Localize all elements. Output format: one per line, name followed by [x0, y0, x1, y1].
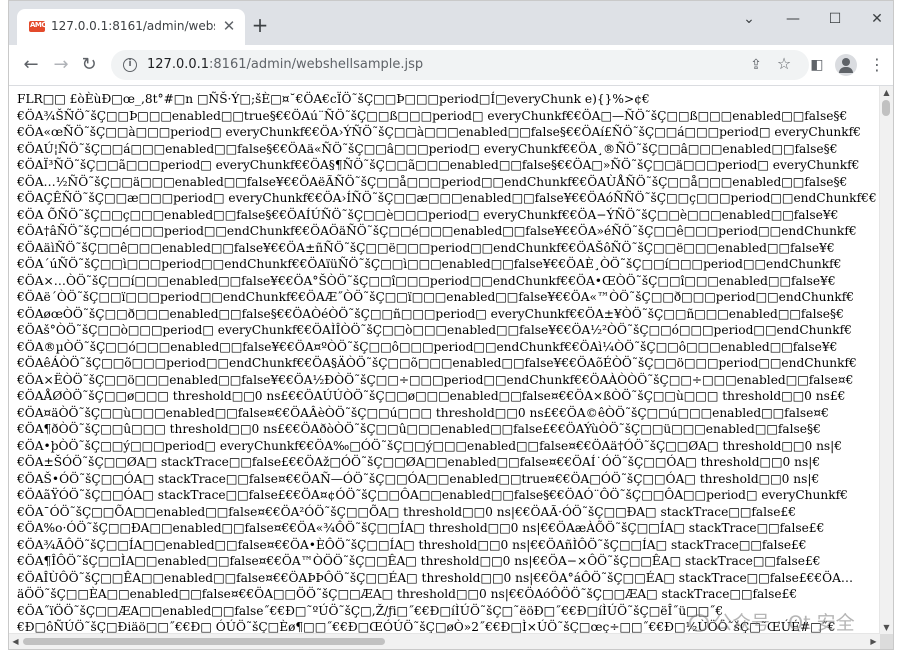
content-line: €ÖA¯ÓÖ˜šÇ□□ÕA□□enabled□□false¤€€ÖA²ÓÖ˜šÇ…: [17, 504, 797, 519]
forward-button[interactable]: →: [49, 53, 73, 77]
page-content: FLR□□ £òÈùÐ□œ_,8t°#□n □ÑŠ·Ý□;šÈ□¤˘€ÖA€cÏ…: [9, 86, 893, 649]
scroll-down-arrow-icon[interactable]: ▼: [880, 621, 893, 634]
profile-avatar[interactable]: [835, 54, 857, 76]
content-line: FLR□□ £òÈùÐ□œ_,8t°#□n □ÑŠ·Ý□;šÈ□¤˘€ÖA€cÏ…: [17, 92, 650, 106]
content-line: €ÖA®µÒÖ˜šÇ□□ó□□□enabled□□false¥€€ÖA¤ºÒÖ˜…: [17, 339, 838, 354]
bookmark-star-icon[interactable]: ☆: [775, 55, 793, 73]
scroll-right-arrow-icon[interactable]: ▶: [867, 634, 880, 649]
url-path: :8161/admin/webshellsample.jsp: [209, 57, 424, 72]
reload-button[interactable]: ↻: [77, 53, 101, 77]
activemq-favicon-icon: AMQ: [29, 21, 47, 32]
content-line: €ÖAÎÙÔÖ˜šÇ□□ÊA□□enabled□□false¤€€ÖAÞÞÔÖ˜…: [17, 570, 854, 585]
content-line: €ÖA ÕÑÖ˜šÇ□□ç□□□enabled□□false§€€ÖAÍÚÑÖ˜…: [17, 207, 839, 222]
content-line: €ÖA´úÑÖ˜šÇ□□ì□□□period□□endChunkf€€ÖAïüÑ…: [17, 257, 842, 271]
binary-response-text: FLR□□ £òÈùÐ□œ_,8t°#□n □ÑŠ·Ý□;šÈ□¤˘€ÖA€cÏ…: [17, 91, 879, 633]
menu-kebab-icon[interactable]: ⋮: [865, 53, 889, 77]
new-tab-button[interactable]: +: [249, 15, 271, 37]
site-info-icon[interactable]: i: [123, 58, 137, 72]
scroll-left-arrow-icon[interactable]: ◀: [9, 634, 22, 649]
watermark-text: 公众号 · Qt 安全: [713, 612, 855, 634]
watermark: 公众号 · Qt 安全: [689, 608, 855, 635]
content-line: €ÖA¶ðÒÖ˜šÇ□□û□□□ threshold□□0 ns£€€ÖAðòÒ…: [17, 422, 821, 436]
maximize-button[interactable]: ☐: [813, 7, 857, 31]
browser-toolbar: ← → ↻ i 127.0.0.1:8161/admin/webshellsam…: [9, 45, 893, 86]
tab-search-icon[interactable]: ⌄: [727, 7, 771, 31]
content-line: €ÖAŠ•ÓÖ˜šÇ□□ÓA□ stackTrace□□false¤€€ÖAÑ—…: [17, 471, 820, 486]
share-icon[interactable]: ⇪: [747, 56, 765, 74]
content-line: €ÖAÚ¦ÑÖ˜šÇ□□á□□□enabled□□false§€€ÖAä«ÑÖ˜…: [17, 141, 838, 156]
content-line: €ÖAÅØÒÖ˜šÇ□□ø□□□ threshold□□0 ns£€€ÖAÚÚÒ…: [17, 389, 846, 403]
vertical-scroll-thumb[interactable]: [882, 100, 890, 116]
horizontal-scroll-thumb[interactable]: [23, 638, 385, 645]
minimize-button[interactable]: —: [771, 7, 815, 31]
content-line: €ÖAäìÑÖ˜šÇ□□ê□□□enabled□□false¥€€ÖA±ñÑÖ˜…: [17, 240, 835, 255]
close-window-button[interactable]: ✕: [855, 7, 893, 31]
content-line: €ÖA×ËÒÖ˜šÇ□□ö□□□enabled□□false¥€€ÖA½ÐÒÖ˜…: [17, 372, 854, 387]
content-line: €ÖA¾ŠÑÖ˜šÇ□□Þ□□□enabled□□true§€€ÖAú¨ÑÖ˜š…: [17, 108, 848, 123]
content-line: €ÖA¶ÎÔÖ˜šÇ□□ÌA□□enabled□□false¤€€ÖA™ÒÖÖ˜…: [17, 554, 821, 568]
tab-close-icon[interactable]: ✕: [221, 18, 237, 34]
content-line: €ÖA•þÒÖ˜šÇ□□ý□□□period□ everyChunkf€€ÖA‰…: [17, 438, 843, 453]
scroll-up-arrow-icon[interactable]: ▲: [880, 86, 893, 99]
content-line: €ÖAë´ÒÖ˜šÇ□□ï□□□period□□endChunkf€€ÖAÆ˝Ò…: [17, 290, 855, 304]
content-line: €ÖAš°ÒÖ˜šÇ□□ò□□□period□ everyChunkf€€ÖAÌ…: [17, 323, 852, 337]
browser-window: AMQ 127.0.0.1:8161/admin/webshells ✕ + ⌄…: [8, 0, 894, 650]
content-line: €ÖAÏ³ÑÖ˜šÇ□□ã□□□period□ everyChunkf€€ÖA§…: [17, 158, 860, 172]
content-line: €ÖA±ŠÓÖ˜šÇ□□ØA□ stackTrace□□false£€€ÖAž□…: [17, 455, 821, 469]
scrollbar-corner: [880, 634, 893, 649]
content-line: €ÖA«œÑÖ˜šÇ□□à□□□period□ everyChunkf€€ÖA›…: [17, 125, 861, 139]
url-host: 127.0.0.1: [147, 57, 210, 72]
content-line: €ÖAêÁÒÖ˜šÇ□□õ□□□period□□endChunkf€€ÖA§ÄÒ…: [17, 356, 857, 370]
content-line: €ÖAøœÒÖ˜šÇ□□ð□□□enabled□□false§€€ÖAÒéÒÖ˜…: [17, 306, 844, 321]
content-line: €ÖA¤äÒÖ˜šÇ□□ù□□□enabled□□false¤€€ÖAÂèÒÖ˜…: [17, 405, 829, 420]
content-line: €ÖA×…ÒÖ˜šÇ□□í□□□enabled□□false¥€€ÖA°ŠÒÖ˜…: [17, 273, 836, 288]
content-line: äÖÖ˜šÇ□□ÈA□□enabled□□false¤€€ÖA□□ÖÖ˜šÇ□□…: [17, 587, 798, 601]
content-line: €ÖA†âÑÖ˜šÇ□□é□□□period□□endChunkf€€ÖAÖäÑ…: [17, 224, 857, 238]
tab-strip: AMQ 127.0.0.1:8161/admin/webshells ✕ + ⌄…: [9, 1, 893, 45]
side-panel-icon[interactable]: ◧: [805, 53, 829, 77]
favicon-text: AMQ: [30, 21, 47, 29]
back-button[interactable]: ←: [19, 53, 43, 77]
content-line: €ÖA¾ÃÔÖ˜šÇ□□ÍA□□enabled□□false¤€€ÖA•ÈÔÖ˜…: [17, 537, 807, 552]
content-line: €ÖA%o·ÓÖ˜šÇ□□ÐA□□enabled□□false¤€€ÖA«¾ÔÖ…: [17, 521, 825, 535]
url-text[interactable]: 127.0.0.1:8161/admin/webshellsample.jsp: [147, 57, 423, 72]
tab-title: 127.0.0.1:8161/admin/webshells: [51, 19, 215, 33]
content-line: €ÖAãŸÓÖ˜šÇ□□ÓA□ stackTrace□□false£€€ÖA¤¢…: [17, 488, 848, 502]
horizontal-scrollbar[interactable]: ◀ ▶: [9, 633, 880, 649]
content-line: €ÖAÇÊÑÖ˜šÇ□□æ□□□period□ everyChunkf€€ÖA›…: [17, 191, 877, 205]
wechat-icon: [689, 614, 709, 632]
address-bar[interactable]: i 127.0.0.1:8161/admin/webshellsample.js…: [111, 50, 809, 80]
browser-tab[interactable]: AMQ 127.0.0.1:8161/admin/webshells ✕: [17, 9, 245, 45]
content-line: €ÖA…½ÑÖ˜šÇ□□ä□□□enabled□□false¥€€ÖAëÃÑÖ˜…: [17, 174, 848, 189]
vertical-scrollbar[interactable]: ▲ ▼: [879, 86, 893, 634]
